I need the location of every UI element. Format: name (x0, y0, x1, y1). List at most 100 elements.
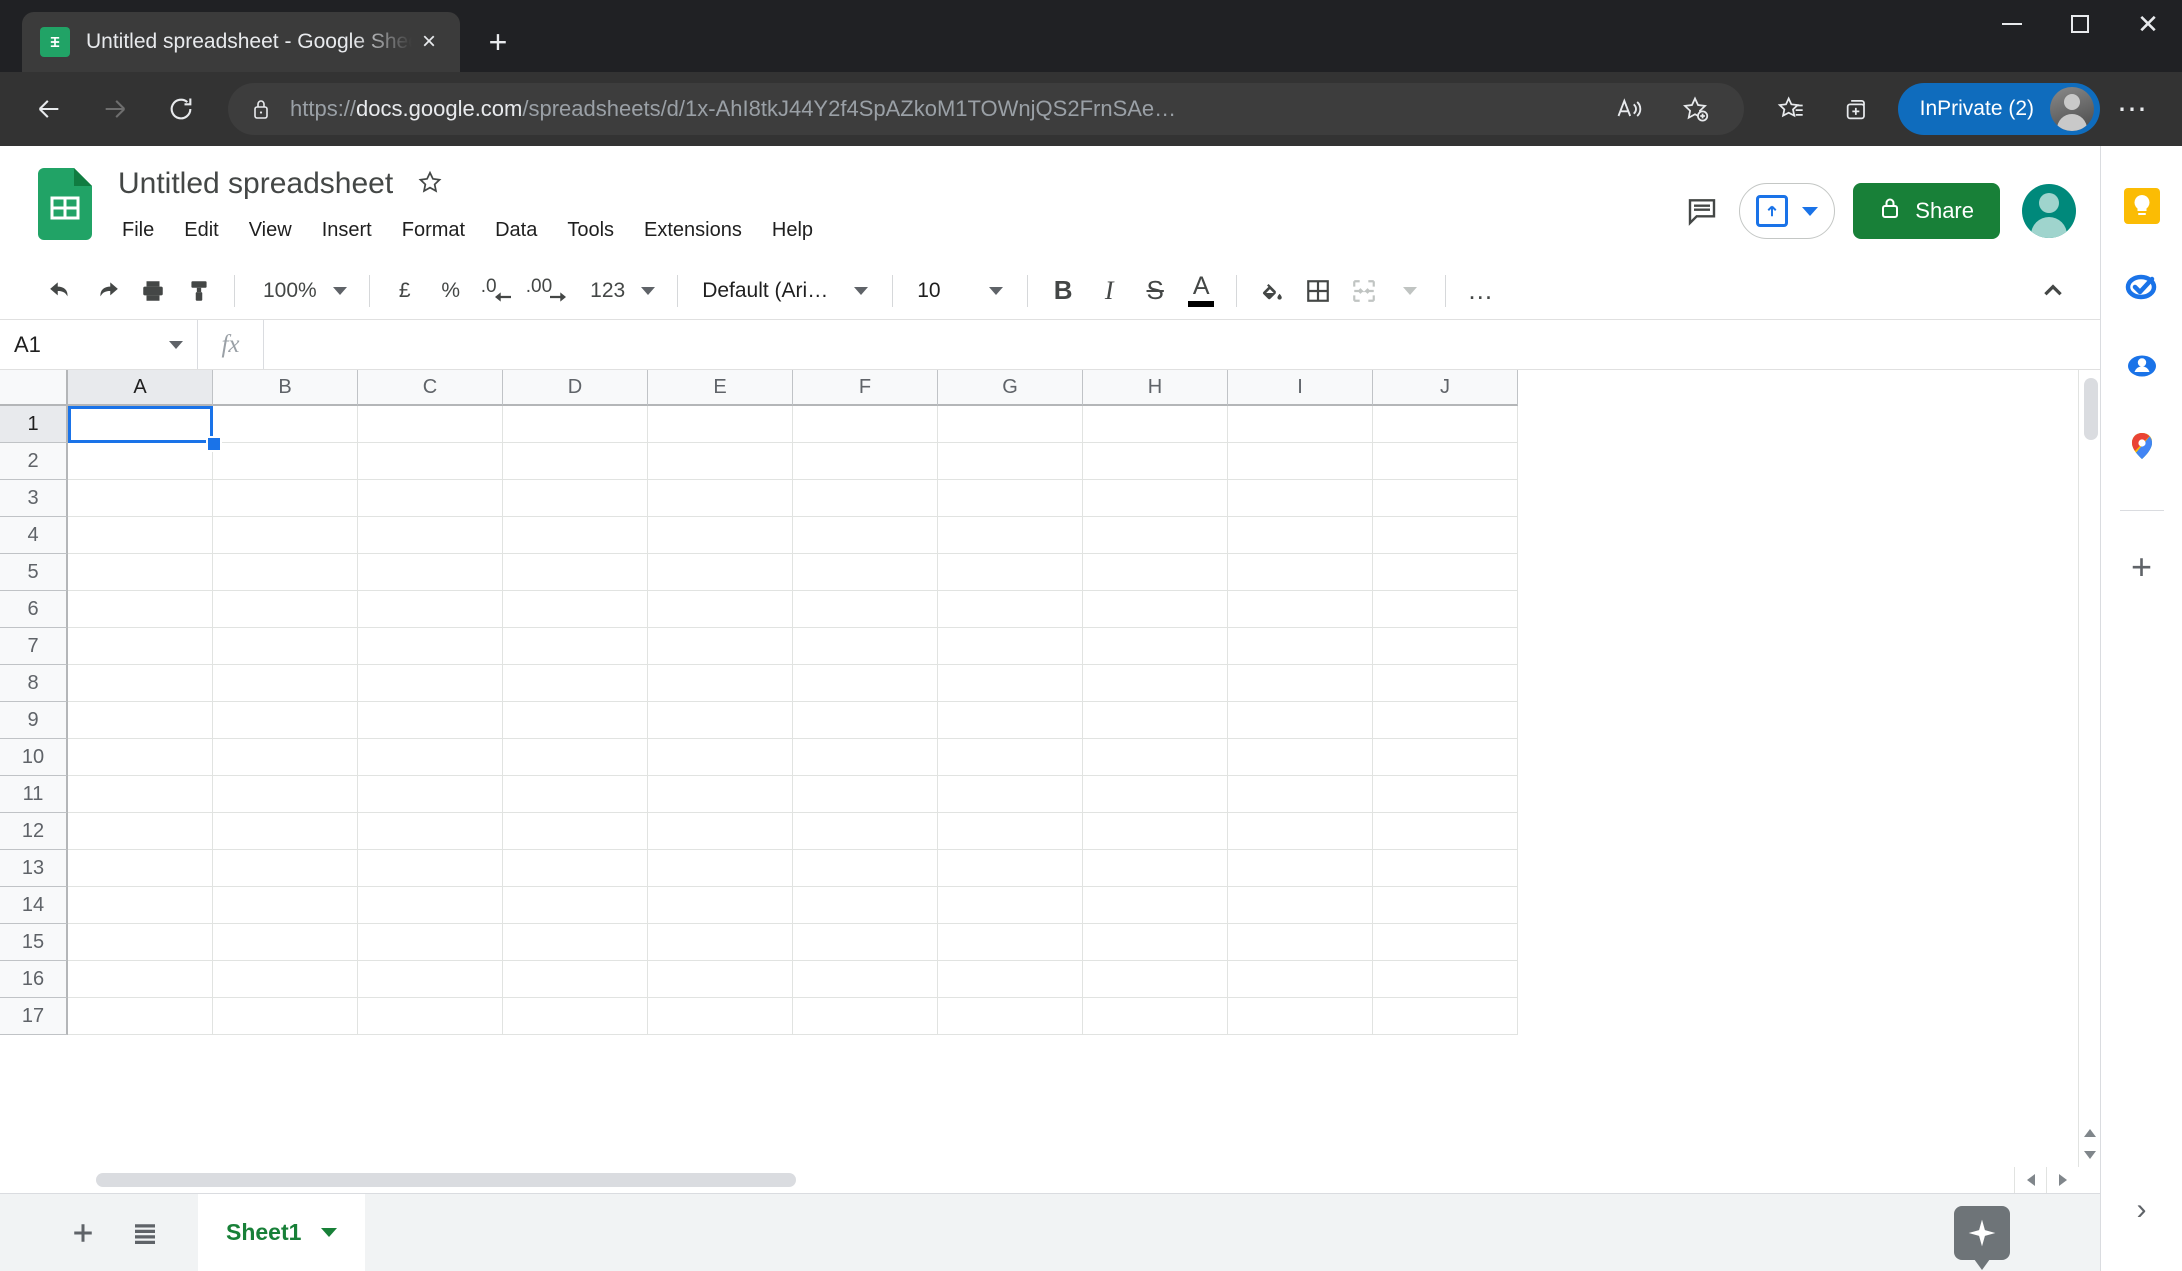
redo-icon[interactable] (84, 268, 130, 314)
cell-B11[interactable] (213, 776, 358, 813)
cell-J9[interactable] (1373, 702, 1518, 739)
expand-side-panel-icon[interactable]: › (2137, 1193, 2147, 1227)
borders-icon[interactable] (1295, 268, 1341, 314)
explore-icon[interactable] (1954, 1206, 2010, 1260)
cell-I3[interactable] (1228, 480, 1373, 517)
row-header-14[interactable]: 14 (0, 887, 68, 924)
merge-cells-dropdown[interactable] (1387, 268, 1433, 314)
column-header-d[interactable]: D (503, 370, 648, 406)
cell-H12[interactable] (1083, 813, 1228, 850)
scroll-down-button[interactable] (2079, 1145, 2101, 1165)
cell-B13[interactable] (213, 850, 358, 887)
column-header-e[interactable]: E (648, 370, 793, 406)
cell-C17[interactable] (358, 998, 503, 1035)
cell-F7[interactable] (793, 628, 938, 665)
cell-A12[interactable] (68, 813, 213, 850)
cell-G3[interactable] (938, 480, 1083, 517)
row-header-12[interactable]: 12 (0, 813, 68, 850)
cell-J16[interactable] (1373, 961, 1518, 998)
menu-item-extensions[interactable]: Extensions (632, 213, 754, 248)
cell-C2[interactable] (358, 443, 503, 480)
cell-D9[interactable] (503, 702, 648, 739)
cell-J14[interactable] (1373, 887, 1518, 924)
name-box[interactable]: A1 (0, 320, 198, 369)
column-header-g[interactable]: G (938, 370, 1083, 406)
cell-G2[interactable] (938, 443, 1083, 480)
cell-A16[interactable] (68, 961, 213, 998)
cell-I12[interactable] (1228, 813, 1373, 850)
cell-E8[interactable] (648, 665, 793, 702)
menu-item-help[interactable]: Help (760, 213, 825, 248)
cell-F16[interactable] (793, 961, 938, 998)
cell-A7[interactable] (68, 628, 213, 665)
row-header-3[interactable]: 3 (0, 480, 68, 517)
cell-A4[interactable] (68, 517, 213, 554)
cell-A6[interactable] (68, 591, 213, 628)
google-maps-icon[interactable] (2116, 420, 2168, 472)
cell-C4[interactable] (358, 517, 503, 554)
avatar[interactable] (2022, 184, 2076, 238)
cell-C5[interactable] (358, 554, 503, 591)
cell-A17[interactable] (68, 998, 213, 1035)
chevron-down-icon[interactable] (321, 1228, 337, 1237)
share-button[interactable]: Share (1853, 183, 2000, 239)
cell-E5[interactable] (648, 554, 793, 591)
cell-E7[interactable] (648, 628, 793, 665)
collapse-toolbar-icon[interactable] (2030, 268, 2076, 314)
cell-B3[interactable] (213, 480, 358, 517)
cell-J8[interactable] (1373, 665, 1518, 702)
row-header-16[interactable]: 16 (0, 961, 68, 998)
row-header-17[interactable]: 17 (0, 998, 68, 1035)
cell-E3[interactable] (648, 480, 793, 517)
cell-D17[interactable] (503, 998, 648, 1035)
column-header-c[interactable]: C (358, 370, 503, 406)
increase-decimal-button[interactable]: .00 (520, 268, 574, 314)
get-add-ons-button[interactable]: + (2116, 541, 2168, 593)
cell-H15[interactable] (1083, 924, 1228, 961)
cell-H5[interactable] (1083, 554, 1228, 591)
cell-E1[interactable] (648, 406, 793, 443)
cell-J5[interactable] (1373, 554, 1518, 591)
column-header-i[interactable]: I (1228, 370, 1373, 406)
vertical-scroll-thumb[interactable] (2084, 378, 2098, 440)
cell-H8[interactable] (1083, 665, 1228, 702)
cell-H11[interactable] (1083, 776, 1228, 813)
row-header-7[interactable]: 7 (0, 628, 68, 665)
font-family-select[interactable]: Default (Ari… (690, 268, 880, 314)
column-header-f[interactable]: F (793, 370, 938, 406)
cell-H10[interactable] (1083, 739, 1228, 776)
cell-J1[interactable] (1373, 406, 1518, 443)
cell-C13[interactable] (358, 850, 503, 887)
horizontal-scroll-thumb[interactable] (96, 1173, 796, 1187)
cell-F3[interactable] (793, 480, 938, 517)
row-header-10[interactable]: 10 (0, 739, 68, 776)
cell-G15[interactable] (938, 924, 1083, 961)
cell-D13[interactable] (503, 850, 648, 887)
cell-F6[interactable] (793, 591, 938, 628)
cell-E17[interactable] (648, 998, 793, 1035)
cell-I7[interactable] (1228, 628, 1373, 665)
cell-A14[interactable] (68, 887, 213, 924)
cell-B16[interactable] (213, 961, 358, 998)
cell-J11[interactable] (1373, 776, 1518, 813)
cell-H9[interactable] (1083, 702, 1228, 739)
cell-J7[interactable] (1373, 628, 1518, 665)
cell-C11[interactable] (358, 776, 503, 813)
cell-F1[interactable] (793, 406, 938, 443)
cell-C8[interactable] (358, 665, 503, 702)
row-header-6[interactable]: 6 (0, 591, 68, 628)
cell-C1[interactable] (358, 406, 503, 443)
menu-item-view[interactable]: View (237, 213, 304, 248)
select-all-corner[interactable] (0, 370, 68, 406)
print-icon[interactable] (130, 268, 176, 314)
cell-I2[interactable] (1228, 443, 1373, 480)
add-sheet-button[interactable] (52, 1194, 114, 1271)
row-header-13[interactable]: 13 (0, 850, 68, 887)
cell-I11[interactable] (1228, 776, 1373, 813)
cell-F14[interactable] (793, 887, 938, 924)
cell-D7[interactable] (503, 628, 648, 665)
cell-I15[interactable] (1228, 924, 1373, 961)
cell-D6[interactable] (503, 591, 648, 628)
column-header-h[interactable]: H (1083, 370, 1228, 406)
cell-E6[interactable] (648, 591, 793, 628)
